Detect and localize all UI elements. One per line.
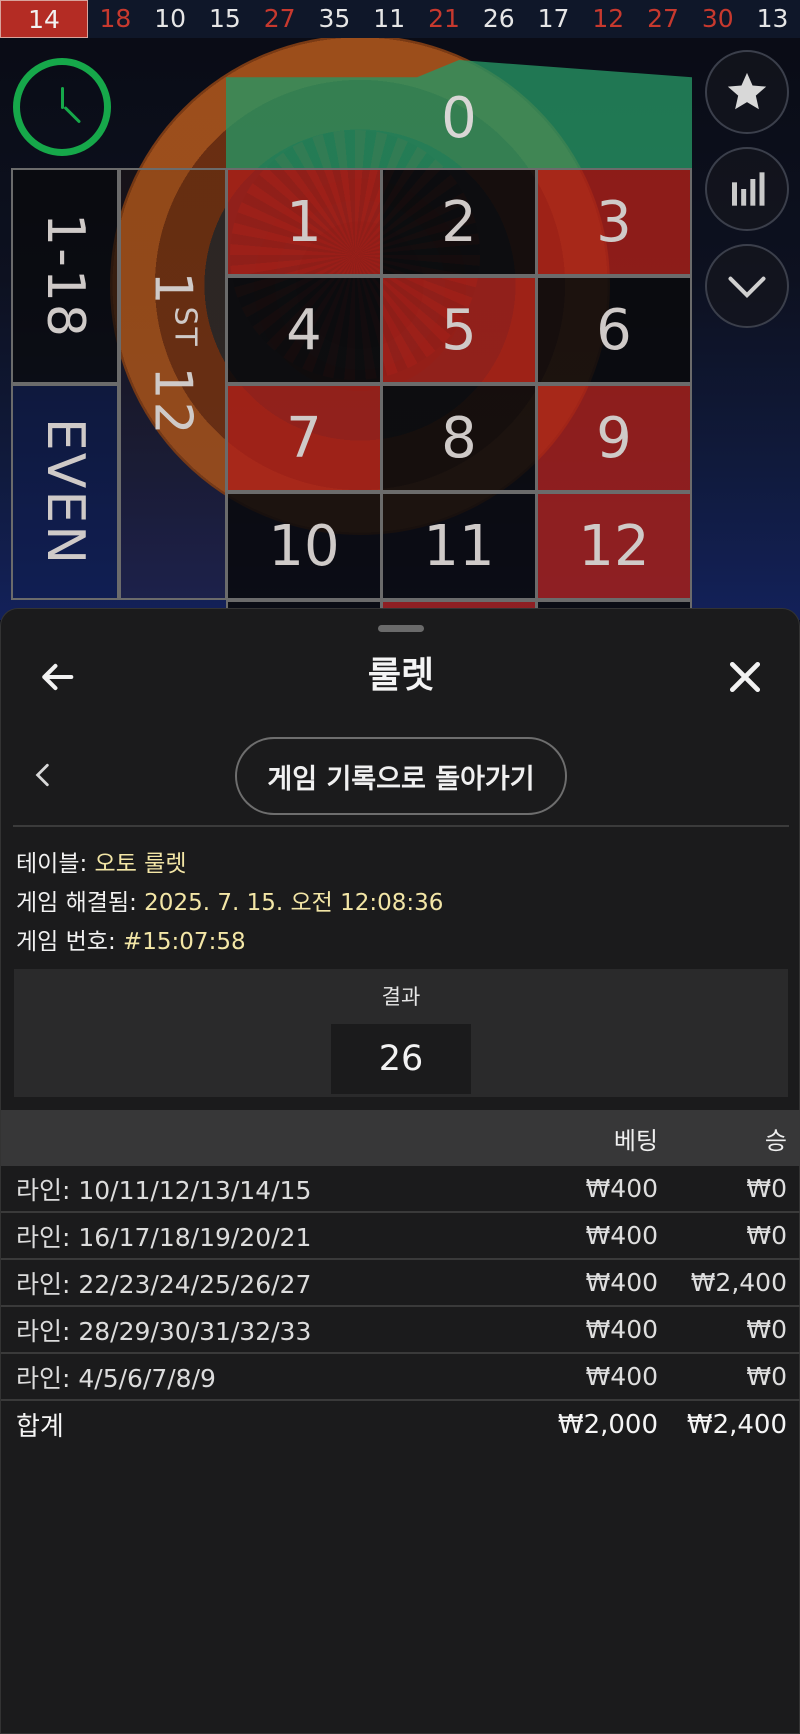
bet-row-name: 라인: 4/5/6/7/8/9 [16,1363,216,1393]
recent-result: 18 [99,4,132,33]
table-row: 라인: 10/11/12/13/14/15 ₩400 ₩0 [1,1166,800,1213]
statistics-button[interactable] [705,147,789,231]
star-icon [727,72,767,110]
bet-cell-number[interactable]: 6 [536,276,692,384]
recent-result: 27 [263,4,296,33]
bet-row-bet: ₩400 [585,1221,658,1250]
bet-cell-number[interactable]: 4 [226,276,382,384]
bet-row-bet: ₩400 [585,1362,658,1391]
chevron-left-icon [35,763,49,787]
total-win: ₩2,400 [686,1409,787,1440]
bet-row-name: 라인: 22/23/24/25/26/27 [16,1269,312,1299]
bet-cell-first-dozen-label: 1ST 12 [143,271,204,437]
result-label: 결과 [381,985,421,1009]
back-to-history-button[interactable]: 게임 기록으로 돌아가기 [235,737,567,815]
recent-result: 11 [373,4,406,33]
bar-chart-icon [732,172,765,206]
favorite-button[interactable] [705,50,789,134]
bet-row-bet: ₩400 [585,1315,658,1344]
bet-cell-number[interactable]: 2 [381,168,537,276]
table-info-label: 테이블: [16,851,95,877]
bet-cell-1-18-label: 1-18 [35,212,96,340]
bet-row-bet: ₩400 [585,1268,658,1297]
recent-result: 21 [428,4,460,33]
betting-grid: 0 1 2 3 4 5 6 7 8 9 10 11 12 1-18 EVEN 1ST 12 [0,0,800,640]
total-bet: ₩2,000 [557,1409,658,1440]
bet-row-name: 라인: 28/29/30/31/32/33 [16,1316,312,1346]
bet-rows: 라인: 10/11/12/13/14/15 ₩400 ₩0 라인: 16/17/18/… [1,1166,800,1401]
bet-cell-even[interactable]: EVEN [11,384,119,600]
bet-row-win: ₩2,400 [690,1268,787,1297]
recent-result: 15 [209,4,241,33]
recent-result: 10 [154,4,187,33]
bet-cell-number[interactable]: 10 [226,492,382,600]
total-label: 합계 [16,1412,64,1442]
bet-row-win: ₩0 [746,1221,787,1250]
table-row: 라인: 22/23/24/25/26/27 ₩400 ₩2,400 [1,1260,800,1307]
bet-cell-number[interactable]: 12 [536,492,692,600]
bet-row-win: ₩0 [746,1362,787,1391]
table-row: 라인: 16/17/18/19/20/21 ₩400 ₩0 [1,1213,800,1260]
bet-cell-number[interactable]: 8 [381,384,537,492]
table-row: 라인: 28/29/30/31/32/33 ₩400 ₩0 [1,1307,800,1354]
game-number-value: #15:07:58 [123,929,246,955]
game-detail-sheet: 룰렛 게임 기록으로 돌아가기 테이블: 오토 룰렛 게임 해결됨: 2025.… [0,608,800,1734]
bet-cell-number[interactable]: 3 [536,168,692,276]
bet-cell-number[interactable]: 11 [381,492,537,600]
sheet-title: 룰렛 [367,655,435,696]
previous-game-button[interactable] [25,749,61,801]
bet-cell-number[interactable]: 1 [226,168,382,276]
bets-table-header: 베팅 승 [1,1110,800,1166]
bet-row-win: ₩0 [746,1174,787,1203]
recent-result: 13 [756,4,789,33]
settled-info-value: 2025. 7. 15. 오전 12:08:36 [144,890,444,916]
header-win: 승 [764,1126,787,1155]
bet-cell-first-dozen[interactable]: 1ST 12 [119,168,227,600]
result-panel: 결과 26 [14,969,788,1097]
recent-result: 26 [482,4,515,33]
bet-cell-number[interactable]: 9 [536,384,692,492]
clock-icon [13,58,111,156]
table-info-value: 오토 룰렛 [94,851,187,877]
latest-result: 14 [0,0,88,38]
game-number-info: 게임 번호: #15:07:58 [16,922,246,956]
header-bet: 베팅 [613,1126,658,1155]
bet-row-name: 라인: 16/17/18/19/20/21 [16,1222,312,1252]
total-row: 합계 ₩2,000 ₩2,400 [1,1401,800,1448]
app-root: 0 1 2 3 4 5 6 7 8 9 10 11 12 1-18 EVEN 1ST 12 14 18… [0,0,800,1734]
bet-cell-number[interactable]: 7 [226,384,382,492]
bet-cell-zero[interactable]: 0 [226,60,692,168]
recent-result: 35 [318,4,351,33]
bet-cell-number[interactable]: 5 [381,276,537,384]
bet-row-bet: ₩400 [585,1174,658,1203]
table-row: 라인: 4/5/6/7/8/9 ₩400 ₩0 [1,1354,800,1401]
recent-result: 12 [592,4,625,33]
bet-cell-1-18[interactable]: 1-18 [11,168,119,384]
sheet-drag-handle[interactable] [378,625,424,632]
bet-row-win: ₩0 [746,1315,787,1344]
bet-row-name: 라인: 10/11/12/13/14/15 [16,1175,312,1205]
table-info: 테이블: 오토 룰렛 [16,844,187,878]
close-button[interactable] [719,651,771,703]
recent-result: 27 [647,4,679,33]
recent-result: 17 [537,4,570,33]
bets-table: 베팅 승 라인: 10/11/12/13/14/15 ₩400 ₩0 라인: 16/1… [1,1110,800,1448]
settled-info: 게임 해결됨: 2025. 7. 15. 오전 12:08:36 [16,883,443,917]
chevron-down-icon [728,276,766,299]
settled-info-label: 게임 해결됨: [16,890,145,916]
recent-results-strip: 14 18 10 15 27 35 11 21 26 17 12 27 30 13 [0,0,800,38]
bet-cell-even-label: EVEN [35,417,95,567]
close-icon [729,661,761,693]
divider [13,825,789,827]
collapse-button[interactable] [705,244,789,328]
game-number-label: 게임 번호: [16,929,124,955]
result-value: 26 [331,1024,471,1094]
recent-result: 30 [701,4,734,33]
